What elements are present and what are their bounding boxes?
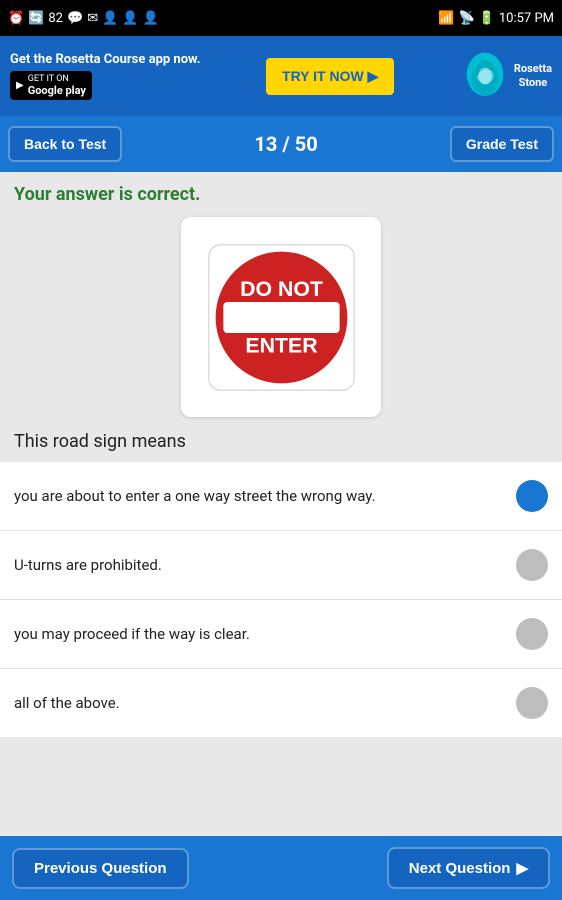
sync-icon: 🔄	[28, 11, 44, 26]
google-play-badge[interactable]: ▶ GET IT ON Google play	[10, 71, 92, 100]
battery-icon: 🔋	[479, 11, 495, 26]
next-question-button[interactable]: Next Question ▶	[387, 847, 550, 889]
google-play-label: Google play	[28, 84, 86, 97]
nav-bar: Back to Test 13 / 50 Grade Test	[0, 116, 562, 172]
question-counter: 13 / 50	[254, 132, 317, 156]
radio-button-1[interactable]	[516, 480, 548, 512]
option-text-2: U-turns are prohibited.	[14, 555, 516, 576]
chevron-right-icon: ▶	[516, 859, 528, 877]
message-icon: 💬	[67, 11, 83, 26]
rosetta-stone-logo: RosettaStone	[460, 51, 552, 101]
rosetta-text: RosettaStone	[514, 62, 552, 91]
signal-icon: 📡	[458, 11, 474, 26]
question-text: This road sign means	[14, 431, 548, 452]
sign-card: DO NOT ENTER	[181, 217, 381, 417]
status-left: ⏰ 🔄 82 💬 ✉ 👤 👤 👤	[8, 11, 159, 26]
rosetta-logo-svg	[460, 51, 510, 101]
do-not-enter-sign-svg: DO NOT ENTER	[204, 240, 359, 395]
svg-text:ENTER: ENTER	[245, 333, 317, 357]
option-text-4: all of the above.	[14, 693, 516, 714]
bottom-nav: Previous Question Next Question ▶	[0, 836, 562, 900]
answer-status: Your answer is correct.	[14, 184, 548, 205]
ad-title: Get the Rosetta Course app now.	[10, 52, 201, 67]
radio-button-4[interactable]	[516, 687, 548, 719]
radio-button-3[interactable]	[516, 618, 548, 650]
person-icon-3: 👤	[142, 11, 158, 26]
status-right: 📶 📡 🔋 10:57 PM	[438, 11, 554, 26]
option-text-1: you are about to enter a one way street …	[14, 486, 516, 507]
previous-question-button[interactable]: Previous Question	[12, 848, 189, 889]
play-icon: ▶	[16, 80, 24, 91]
back-to-test-button[interactable]: Back to Test	[8, 126, 122, 162]
status-bar: ⏰ 🔄 82 💬 ✉ 👤 👤 👤 📶 📡 🔋 10:57 PM	[0, 0, 562, 36]
sign-container: DO NOT ENTER	[14, 217, 548, 417]
options-container: you are about to enter a one way street …	[0, 462, 562, 737]
svg-text:DO NOT: DO NOT	[240, 277, 323, 301]
alarm-icon: ⏰	[8, 11, 24, 26]
radio-button-2[interactable]	[516, 549, 548, 581]
get-it-on-label: GET IT ON	[28, 74, 86, 84]
option-text-3: you may proceed if the way is clear.	[14, 624, 516, 645]
option-row-2[interactable]: U-turns are prohibited.	[0, 531, 562, 600]
email-icon: ✉	[87, 11, 98, 26]
option-row-3[interactable]: you may proceed if the way is clear.	[0, 600, 562, 669]
next-question-label: Next Question	[409, 860, 511, 877]
option-row-1[interactable]: you are about to enter a one way street …	[0, 462, 562, 531]
try-it-now-button[interactable]: TRY IT NOW ▶	[266, 58, 394, 95]
main-content: Your answer is correct. DO NOT ENTER Thi…	[0, 172, 562, 737]
battery-percent: 82	[48, 11, 63, 26]
option-row-4[interactable]: all of the above.	[0, 669, 562, 737]
person-icon-2: 👤	[122, 11, 138, 26]
ad-left: Get the Rosetta Course app now. ▶ GET IT…	[10, 52, 201, 100]
time-display: 10:57 PM	[499, 11, 554, 26]
grade-test-button[interactable]: Grade Test	[450, 126, 554, 162]
person-icon-1: 👤	[102, 11, 118, 26]
wifi-icon: 📶	[438, 11, 454, 26]
ad-banner[interactable]: Get the Rosetta Course app now. ▶ GET IT…	[0, 36, 562, 116]
